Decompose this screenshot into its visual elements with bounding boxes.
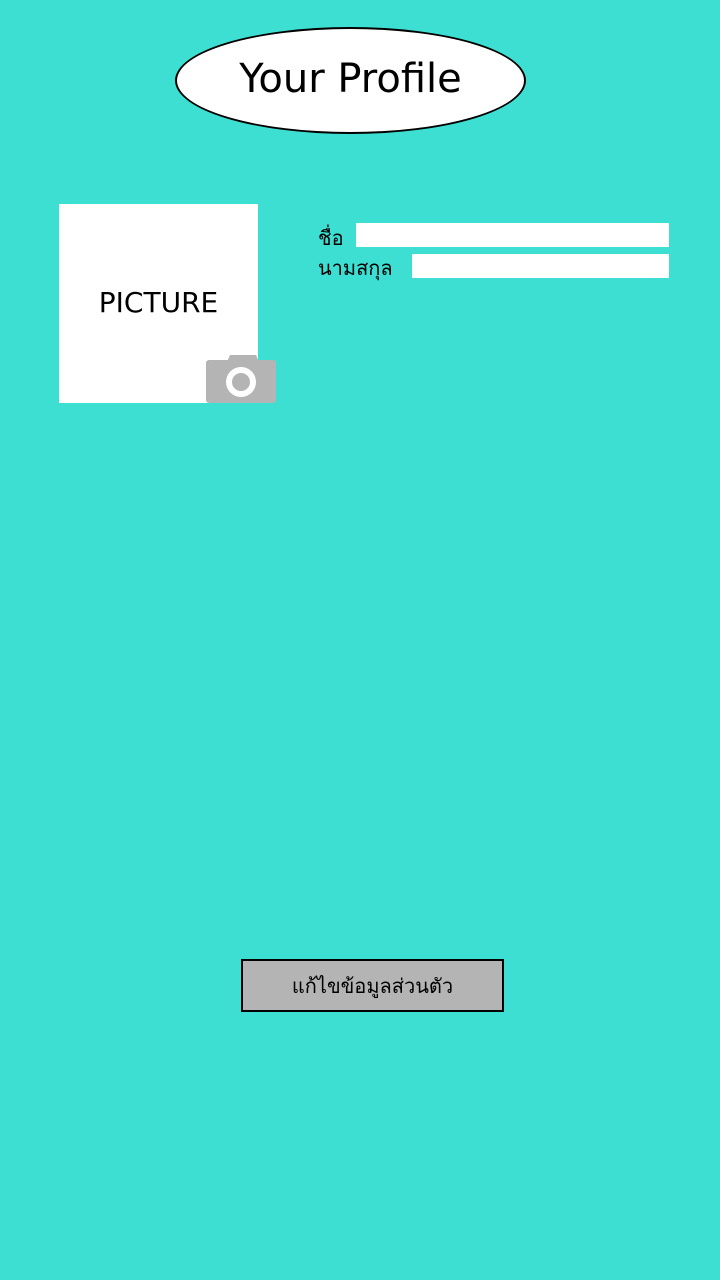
last-name-label: นามสกุล [318,256,393,280]
last-name-field[interactable] [412,254,669,278]
profile-picture-label: PICTURE [98,286,219,319]
page-title-badge: Your Profile [175,27,526,134]
page-title: Your Profile [239,55,462,102]
first-name-field[interactable] [356,223,669,247]
camera-icon [206,355,276,403]
change-picture-button[interactable] [205,354,277,404]
first-name-label: ชื่อ [318,226,344,250]
edit-profile-button[interactable]: แก้ไขข้อมูลส่วนตัว [241,959,504,1012]
